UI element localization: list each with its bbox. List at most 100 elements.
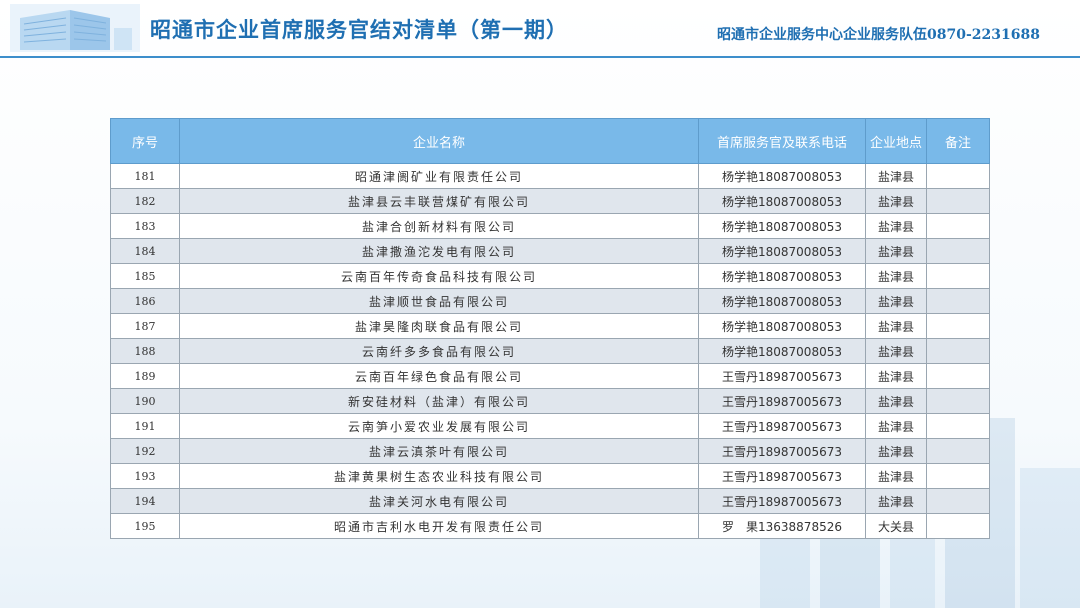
cell-officer-phone: 王雪丹18987005673 (698, 438, 866, 464)
cell-company-name: 昭通津阓矿业有限责任公司 (179, 163, 699, 189)
cell-company-name: 云南纤多多食品有限公司 (179, 338, 699, 364)
cell-remarks (926, 488, 990, 514)
cell-location: 盐津县 (865, 488, 927, 514)
cell-remarks (926, 213, 990, 239)
cell-index: 182 (110, 188, 180, 214)
cell-remarks (926, 438, 990, 464)
cell-officer-phone: 杨学艳18087008053 (698, 313, 866, 339)
cell-remarks (926, 188, 990, 214)
cell-officer-phone: 罗 果13638878526 (698, 513, 866, 539)
cell-index: 186 (110, 288, 180, 314)
cell-index: 190 (110, 388, 180, 414)
cell-index: 191 (110, 413, 180, 439)
cell-index: 188 (110, 338, 180, 364)
cell-location: 盐津县 (865, 338, 927, 364)
cell-officer-phone: 杨学艳18087008053 (698, 188, 866, 214)
table-row: 188 云南纤多多食品有限公司 杨学艳18087008053 盐津县 (110, 338, 990, 364)
cell-officer-phone: 王雪丹18987005673 (698, 463, 866, 489)
cell-index: 192 (110, 438, 180, 464)
column-header-remarks: 备注 (926, 118, 990, 164)
cell-index: 185 (110, 263, 180, 289)
cell-officer-phone: 杨学艳18087008053 (698, 338, 866, 364)
cell-index: 193 (110, 463, 180, 489)
page-header: 昭通市企业首席服务官结对清单（第一期） 昭通市企业服务中心企业服务队伍0870-… (0, 0, 1080, 58)
cell-index: 181 (110, 163, 180, 189)
cell-location: 盐津县 (865, 363, 927, 389)
cell-location: 盐津县 (865, 313, 927, 339)
cell-remarks (926, 263, 990, 289)
cell-officer-phone: 王雪丹18987005673 (698, 388, 866, 414)
column-header-index: 序号 (110, 118, 180, 164)
column-header-location: 企业地点 (865, 118, 927, 164)
cell-company-name: 云南百年传奇食品科技有限公司 (179, 263, 699, 289)
table-row: 195 昭通市吉利水电开发有限责任公司罗 果13638878526 大关县 (110, 513, 990, 539)
page-title: 昭通市企业首席服务官结对清单（第一期） (150, 17, 568, 42)
cell-officer-phone: 王雪丹18987005673 (698, 488, 866, 514)
cell-remarks (926, 463, 990, 489)
cell-company-name: 盐津顺世食品有限公司 (179, 288, 699, 314)
cell-index: 189 (110, 363, 180, 389)
table-row: 187 盐津昊隆肉联食品有限公司 杨学艳18087008053 盐津县 (110, 313, 990, 339)
cell-company-name: 昭通市吉利水电开发有限责任公司 (179, 513, 699, 539)
table-row: 185 云南百年传奇食品科技有限公司 杨学艳18087008053 盐津县 (110, 263, 990, 289)
table-row: 193 盐津黄果树生态农业科技有限公司 王雪丹18987005673 盐津县 (110, 463, 990, 489)
cell-index: 195 (110, 513, 180, 539)
cell-location: 盐津县 (865, 263, 927, 289)
cell-remarks (926, 338, 990, 364)
cell-location: 盐津县 (865, 413, 927, 439)
table-row: 190 新安硅材料（盐津）有限公司 王雪丹18987005673 盐津县 (110, 388, 990, 414)
cell-location: 盐津县 (865, 288, 927, 314)
table-row: 192 盐津云滇茶叶有限公司 王雪丹18987005673 盐津县 (110, 438, 990, 464)
cell-location: 盐津县 (865, 463, 927, 489)
cell-officer-phone: 杨学艳18087008053 (698, 288, 866, 314)
table-row: 194 盐津关河水电有限公司 王雪丹18987005673 盐津县 (110, 488, 990, 514)
table-row: 182 盐津县云丰联营煤矿有限公司 杨学艳18087008053 盐津县 (110, 188, 990, 214)
cell-company-name: 盐津县云丰联营煤矿有限公司 (179, 188, 699, 214)
cell-location: 盐津县 (865, 163, 927, 189)
cell-location: 盐津县 (865, 438, 927, 464)
enterprise-pairing-table: 序号 企业名称 首席服务官及联系电话 企业地点 备注 181 昭通津阓矿业有限责任… (110, 118, 990, 539)
cell-company-name: 盐津黄果树生态农业科技有限公司 (179, 463, 699, 489)
cell-index: 194 (110, 488, 180, 514)
table-row: 183 盐津合创新材料有限公司 杨学艳18087008053 盐津县 (110, 213, 990, 239)
cell-officer-phone: 杨学艳18087008053 (698, 238, 866, 264)
table-header-row: 序号 企业名称 首席服务官及联系电话 企业地点 备注 (110, 118, 990, 164)
cell-location: 盐津县 (865, 188, 927, 214)
cell-company-name: 云南笋小爱农业发展有限公司 (179, 413, 699, 439)
column-header-officer: 首席服务官及联系电话 (698, 118, 866, 164)
cell-location: 盐津县 (865, 238, 927, 264)
cell-officer-phone: 杨学艳18087008053 (698, 213, 866, 239)
table-row: 189 云南百年绿色食品有限公司 王雪丹18987005673 盐津县 (110, 363, 990, 389)
cell-remarks (926, 388, 990, 414)
cell-index: 187 (110, 313, 180, 339)
cell-officer-phone: 王雪丹18987005673 (698, 363, 866, 389)
cell-location: 盐津县 (865, 388, 927, 414)
contact-info: 昭通市企业服务中心企业服务队伍0870-2231688 (717, 27, 1040, 43)
cell-index: 183 (110, 213, 180, 239)
cell-remarks (926, 413, 990, 439)
table-row: 181 昭通津阓矿业有限责任公司 杨学艳18087008053 盐津县 (110, 163, 990, 189)
table-row: 186 盐津顺世食品有限公司 杨学艳18087008053 盐津县 (110, 288, 990, 314)
cell-officer-phone: 杨学艳18087008053 (698, 163, 866, 189)
cell-remarks (926, 513, 990, 539)
cell-index: 184 (110, 238, 180, 264)
cell-remarks (926, 363, 990, 389)
cell-company-name: 盐津关河水电有限公司 (179, 488, 699, 514)
cell-location: 盐津县 (865, 213, 927, 239)
table-row: 184 盐津撒渔沱发电有限公司 杨学艳18087008053 盐津县 (110, 238, 990, 264)
cell-remarks (926, 238, 990, 264)
cell-company-name: 云南百年绿色食品有限公司 (179, 363, 699, 389)
cell-company-name: 盐津昊隆肉联食品有限公司 (179, 313, 699, 339)
cell-company-name: 盐津撒渔沱发电有限公司 (179, 238, 699, 264)
column-header-company: 企业名称 (179, 118, 699, 164)
table-row: 191 云南笋小爱农业发展有限公司 王雪丹18987005673 盐津县 (110, 413, 990, 439)
cell-company-name: 盐津云滇茶叶有限公司 (179, 438, 699, 464)
cell-company-name: 盐津合创新材料有限公司 (179, 213, 699, 239)
cell-remarks (926, 288, 990, 314)
cell-officer-phone: 杨学艳18087008053 (698, 263, 866, 289)
cell-remarks (926, 313, 990, 339)
cell-officer-phone: 王雪丹18987005673 (698, 413, 866, 439)
cell-remarks (926, 163, 990, 189)
cell-company-name: 新安硅材料（盐津）有限公司 (179, 388, 699, 414)
cell-location: 大关县 (865, 513, 927, 539)
